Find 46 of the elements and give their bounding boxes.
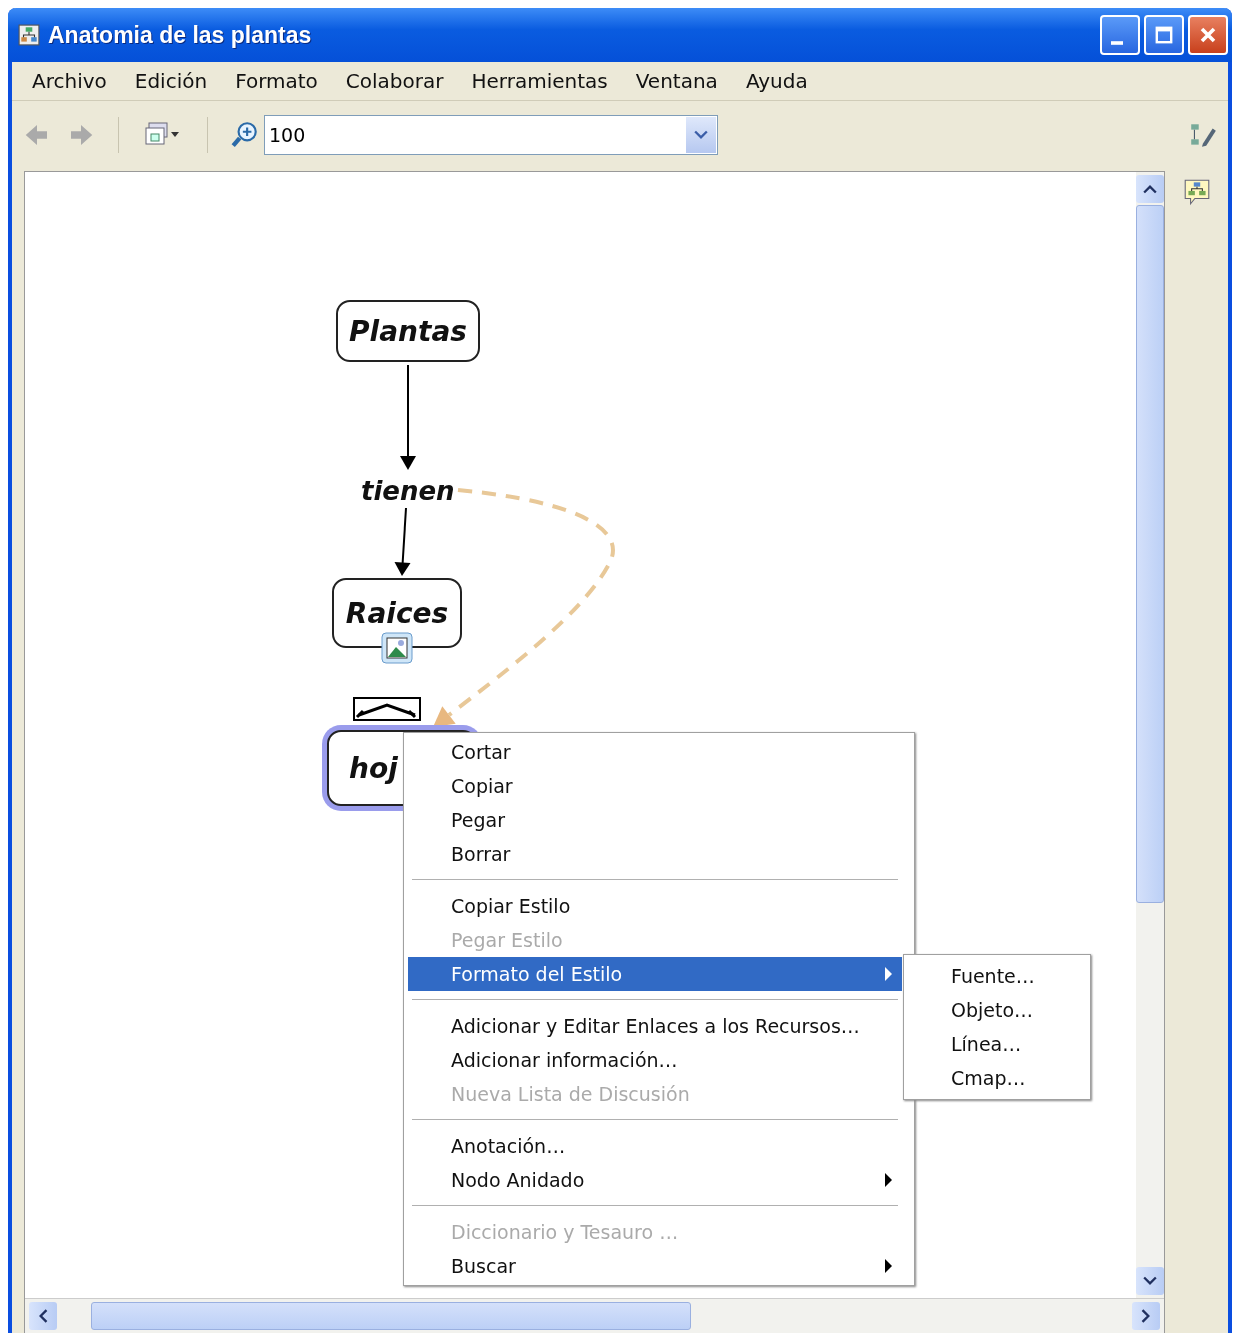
menu-item[interactable]: Edición bbox=[122, 69, 224, 93]
scroll-right-button[interactable] bbox=[1132, 1302, 1160, 1330]
menu-item[interactable]: Nodo Anidado bbox=[408, 1163, 902, 1197]
chevron-left-icon bbox=[38, 1309, 48, 1323]
menu-item[interactable]: Formato del Estilo bbox=[408, 957, 902, 991]
menu-item[interactable]: Línea… bbox=[908, 1027, 1086, 1061]
scroll-left-button[interactable] bbox=[29, 1302, 57, 1330]
menu-item[interactable]: Anotación… bbox=[408, 1129, 902, 1163]
menu-item[interactable]: Ventana bbox=[623, 69, 734, 93]
menu-item[interactable]: Borrar bbox=[408, 837, 902, 871]
menu-item[interactable]: Copiar Estilo bbox=[408, 889, 902, 923]
scroll-thumb[interactable] bbox=[91, 1302, 691, 1330]
scroll-up-button[interactable] bbox=[1136, 175, 1164, 203]
connection-arrow bbox=[394, 507, 411, 576]
menu-item[interactable]: Cmap… bbox=[908, 1061, 1086, 1095]
dropdown-button[interactable] bbox=[685, 116, 717, 154]
scroll-thumb[interactable] bbox=[1136, 205, 1164, 903]
concept-node[interactable]: Plantas bbox=[336, 300, 480, 362]
menu-item[interactable]: Ayuda bbox=[733, 69, 824, 93]
menu-item[interactable]: Pegar bbox=[408, 803, 902, 837]
menu-item[interactable]: Buscar bbox=[408, 1249, 902, 1283]
link-handle-icon[interactable] bbox=[353, 697, 421, 721]
vertical-scrollbar[interactable] bbox=[1136, 172, 1164, 1298]
chevron-down-icon bbox=[694, 130, 708, 140]
maximize-button[interactable] bbox=[1144, 15, 1184, 55]
menu-item[interactable]: Adicionar información… bbox=[408, 1043, 902, 1077]
menu-item[interactable]: Archivo bbox=[20, 69, 123, 93]
chevron-right-icon bbox=[1141, 1309, 1151, 1323]
app-icon bbox=[18, 24, 40, 46]
menu-item[interactable]: Objeto… bbox=[908, 993, 1086, 1027]
concept-node[interactable]: Raices bbox=[332, 578, 462, 648]
minimize-icon bbox=[1111, 41, 1123, 45]
window-title: Anatomia de las plantas bbox=[48, 21, 312, 49]
menu-item[interactable]: Colaborar bbox=[333, 69, 460, 93]
chevron-down-icon bbox=[1143, 1276, 1157, 1286]
minimize-button[interactable] bbox=[1100, 15, 1140, 55]
chevron-up-icon bbox=[1143, 184, 1157, 194]
menu-item[interactable]: Adicionar y Editar Enlaces a los Recursos… bbox=[408, 1009, 902, 1043]
menu-item[interactable]: Herramientas bbox=[459, 69, 624, 93]
close-button[interactable] bbox=[1188, 15, 1228, 55]
horizontal-scrollbar[interactable] bbox=[25, 1298, 1164, 1333]
scroll-down-button[interactable] bbox=[1136, 1267, 1164, 1295]
menu-item[interactable]: Formato bbox=[223, 69, 334, 93]
image-resource-icon[interactable] bbox=[381, 632, 413, 664]
menu-item[interactable]: Fuente… bbox=[908, 959, 1086, 993]
zoom-in-icon[interactable] bbox=[230, 120, 260, 150]
